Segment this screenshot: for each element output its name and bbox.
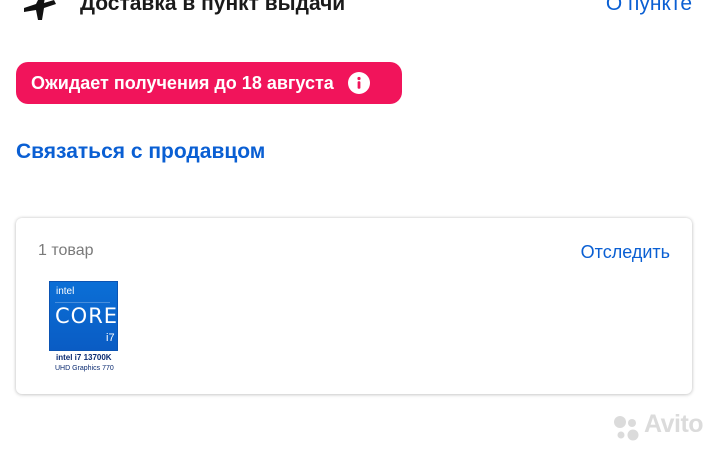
- avito-wordmark: Avito: [644, 410, 704, 438]
- track-button[interactable]: Отследить: [581, 242, 670, 263]
- status-text: Ожидает получения до 18 августа: [31, 72, 334, 93]
- order-card: 1 товар Отследить intel CORE i7 intel i7…: [16, 218, 692, 394]
- avito-watermark: Avito: [612, 410, 712, 442]
- product-caption-graphics: UHD Graphics 770: [55, 365, 114, 372]
- delivery-header: Доставка в пункт выдачи О пункте: [0, 0, 720, 30]
- product-thumbnail[interactable]: intel CORE i7 intel i7 13700K UHD Graphi…: [49, 281, 121, 375]
- badge-divider: [55, 302, 110, 303]
- core-logo: CORE: [55, 304, 119, 328]
- airplane-icon: [24, 0, 56, 20]
- item-count: 1 товар: [38, 242, 94, 259]
- intel-core-badge: intel CORE i7: [49, 281, 118, 351]
- contact-seller-link[interactable]: Связаться с продавцом: [16, 140, 265, 164]
- about-pickup-point-link[interactable]: О пункте: [606, 0, 692, 16]
- delivery-title: Доставка в пункт выдачи: [80, 0, 346, 15]
- badge-generation: i7: [106, 332, 115, 344]
- status-badge: Ожидает получения до 18 августа: [16, 62, 402, 104]
- avito-logo-icon: [614, 416, 639, 441]
- product-caption-model: intel i7 13700K: [56, 353, 112, 362]
- intel-logo: intel: [56, 286, 75, 297]
- info-icon[interactable]: [347, 72, 370, 94]
